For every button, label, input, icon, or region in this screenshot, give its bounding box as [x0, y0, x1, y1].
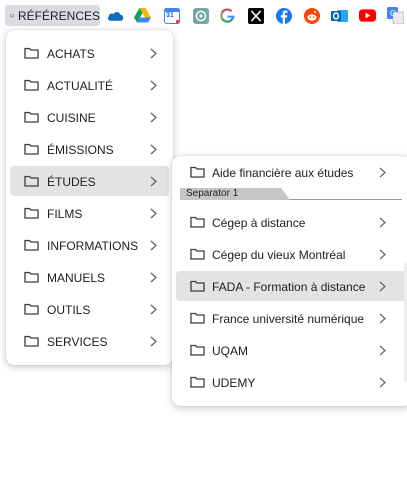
menu-item[interactable]: Cégep du vieux Montréal	[176, 239, 407, 269]
chevron-right-icon	[150, 80, 157, 91]
menu-item-label: ÉTUDES	[47, 175, 96, 189]
folder-icon	[190, 344, 205, 356]
chevron-right-icon	[379, 249, 386, 260]
chatgpt-icon[interactable]	[192, 7, 209, 24]
menu-item-label: MANUELS	[47, 271, 106, 285]
menu-item-label: UDEMY	[212, 376, 256, 390]
chevron-right-icon	[150, 208, 157, 219]
menu-item-label: Cégep à distance	[212, 216, 306, 230]
separator: Separator 1	[180, 188, 402, 200]
chevron-right-icon	[379, 167, 386, 178]
menu-item[interactable]: CUISINE	[10, 102, 169, 132]
chevron-right-icon	[150, 48, 157, 59]
menu-item-label: FILMS	[47, 207, 83, 221]
reddit-icon[interactable]	[303, 7, 320, 24]
menu-item[interactable]: ÉMISSIONS	[10, 134, 169, 164]
menu-item[interactable]: ACTUALITÉ	[10, 70, 169, 100]
submenu-item-label: Aide financière aux études	[212, 166, 354, 180]
google-icon[interactable]	[219, 7, 236, 24]
menu-item[interactable]: MANUELS	[10, 262, 169, 292]
google-translate-icon[interactable]: G	[387, 7, 404, 24]
folder-icon	[24, 79, 39, 91]
folder-icon	[24, 207, 39, 219]
calendar-day: 31	[166, 12, 174, 19]
chevron-right-icon	[379, 281, 386, 292]
folder-icon	[190, 166, 205, 178]
folder-icon	[24, 303, 39, 315]
menu-item-label: SERVICES	[47, 335, 108, 349]
folder-icon	[24, 175, 39, 187]
folder-icon	[190, 376, 205, 388]
references-folder-label: RÉFÉRENCES	[17, 8, 100, 23]
menu-item[interactable]: FADA - Formation à distance	[176, 271, 407, 301]
x-icon[interactable]	[247, 7, 264, 24]
menu-item-label: FADA - Formation à distance	[212, 280, 366, 294]
etudes-submenu: Aide financière aux études Separator 1 C…	[172, 156, 407, 406]
menu-item-label: ÉMISSIONS	[47, 143, 114, 157]
menu-item-label: Cégep du vieux Montréal	[212, 248, 346, 262]
chevron-right-icon	[379, 345, 386, 356]
chevron-right-icon	[379, 377, 386, 388]
menu-item-label: INFORMATIONS	[47, 239, 139, 253]
menu-item[interactable]: FILMS	[10, 198, 169, 228]
chevron-right-icon	[150, 304, 157, 315]
chevron-right-icon	[379, 313, 386, 324]
menu-item-label: France université numérique	[212, 312, 365, 326]
google-drive-icon[interactable]	[134, 7, 151, 24]
menu-item[interactable]: ÉTUDES	[10, 166, 169, 196]
youtube-icon[interactable]	[359, 7, 376, 24]
folder-icon	[24, 239, 39, 251]
outlook-icon[interactable]	[331, 7, 348, 24]
bookmarks-bar: RÉFÉRENCES 31 G	[0, 0, 407, 32]
facebook-icon[interactable]	[275, 7, 292, 24]
folder-icon	[24, 47, 39, 59]
chevron-right-icon	[379, 217, 386, 228]
folder-icon	[24, 335, 39, 347]
folder-icon	[190, 248, 205, 260]
folder-icon	[24, 111, 39, 123]
references-dropdown-menu: ACHATS ACTUALITÉ CUISINE ÉMISSIONS ÉTUDES FIL…	[6, 30, 173, 365]
menu-item-label: UQAM	[212, 344, 248, 358]
submenu-item[interactable]: Aide financière aux études	[176, 157, 407, 187]
google-calendar-icon[interactable]: 31	[163, 7, 180, 24]
references-folder-button[interactable]: RÉFÉRENCES	[5, 5, 100, 26]
folder-icon	[190, 312, 205, 324]
chevron-right-icon	[150, 144, 157, 155]
chevron-right-icon	[150, 176, 157, 187]
chevron-right-icon	[150, 336, 157, 347]
menu-item[interactable]: SERVICES	[10, 326, 169, 356]
onedrive-icon[interactable]	[107, 7, 124, 24]
menu-item[interactable]: INFORMATIONS	[10, 230, 169, 260]
separator-label: Separator 1	[186, 188, 239, 199]
menu-item[interactable]: OUTILS	[10, 294, 169, 324]
menu-item[interactable]: UQAM	[176, 335, 407, 365]
folder-icon	[10, 14, 14, 18]
folder-icon	[24, 271, 39, 283]
menu-item[interactable]: France université numérique	[176, 303, 407, 333]
menu-item-label: ACHATS	[47, 47, 95, 61]
svg-text:G: G	[390, 9, 396, 18]
menu-item-label: ACTUALITÉ	[47, 79, 114, 93]
menu-item[interactable]: Cégep à distance	[176, 207, 407, 237]
folder-icon	[190, 216, 205, 228]
menu-item-label: OUTILS	[47, 303, 91, 317]
folder-icon	[24, 143, 39, 155]
folder-icon	[190, 280, 205, 292]
menu-item-label: CUISINE	[47, 111, 96, 125]
menu-item[interactable]: UDEMY	[176, 367, 407, 397]
chevron-right-icon	[150, 272, 157, 283]
menu-item[interactable]: ACHATS	[10, 38, 169, 68]
chevron-right-icon	[150, 112, 157, 123]
chevron-right-icon	[150, 240, 157, 251]
